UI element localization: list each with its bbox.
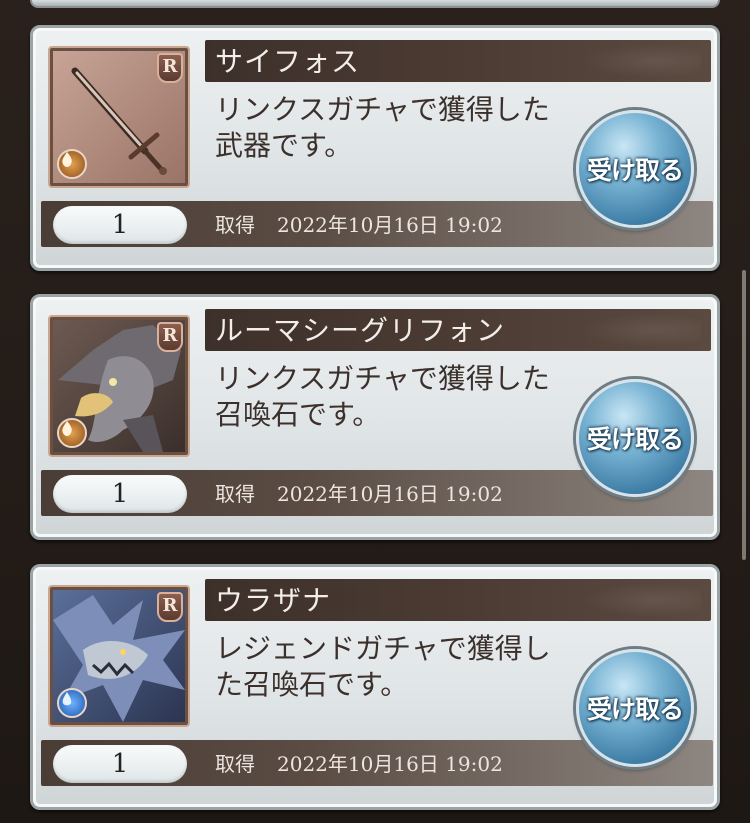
acquired-label: 取得 <box>215 752 255 776</box>
water-element-icon <box>57 688 87 718</box>
item-thumbnail: R <box>50 587 188 725</box>
item-name: サイフォス <box>215 45 361 78</box>
acquired-info: 取得 2022年10月16日 19:02 <box>215 206 503 244</box>
item-name: ウラザナ <box>215 584 332 617</box>
quantity-badge: 1 <box>53 475 187 513</box>
item-description: レジェンドガチャで獲得した召喚石です。 <box>215 632 551 701</box>
quantity-badge: 1 <box>53 745 187 783</box>
receive-button[interactable]: 受け取る <box>576 379 694 497</box>
previous-card-edge <box>30 0 720 8</box>
gift-card: R サイフォス リンクスガチャで獲得した武器です。 1 取得 2022年10月16… <box>30 25 720 271</box>
quantity-badge: 1 <box>53 206 187 244</box>
item-thumbnail: R <box>50 48 188 186</box>
acquired-date: 2022年10月16日 19:02 <box>277 213 503 237</box>
rarity-badge: R <box>157 53 183 83</box>
rarity-badge: R <box>157 592 183 622</box>
item-thumbnail: R <box>50 317 188 455</box>
acquired-info: 取得 2022年10月16日 19:02 <box>215 475 503 513</box>
receive-button[interactable]: 受け取る <box>576 649 694 767</box>
acquired-date: 2022年10月16日 19:02 <box>277 752 503 776</box>
fire-element-icon <box>57 149 87 179</box>
acquired-label: 取得 <box>215 213 255 237</box>
item-description: リンクスガチャで獲得した武器です。 <box>215 93 550 162</box>
gift-card: R ルーマシーグリフォン リンクスガチャで獲得した召喚石です。 1 取得 2022… <box>30 294 720 540</box>
rarity-badge: R <box>157 322 183 352</box>
acquired-label: 取得 <box>215 482 255 506</box>
item-description: リンクスガチャで獲得した召喚石です。 <box>215 362 550 431</box>
receive-button-label: 受け取る <box>586 695 684 724</box>
scrollbar[interactable] <box>742 270 746 560</box>
wind-element-icon <box>57 418 87 448</box>
receive-button[interactable]: 受け取る <box>576 110 694 228</box>
gift-card: R ウラザナ レジェンドガチャで獲得した召喚石です。 1 取得 2022年10月1… <box>30 564 720 810</box>
receive-button-label: 受け取る <box>586 156 684 185</box>
acquired-date: 2022年10月16日 19:02 <box>277 482 503 506</box>
item-name: ルーマシーグリフォン <box>215 314 506 347</box>
receive-button-label: 受け取る <box>586 425 684 454</box>
acquired-info: 取得 2022年10月16日 19:02 <box>215 745 503 783</box>
